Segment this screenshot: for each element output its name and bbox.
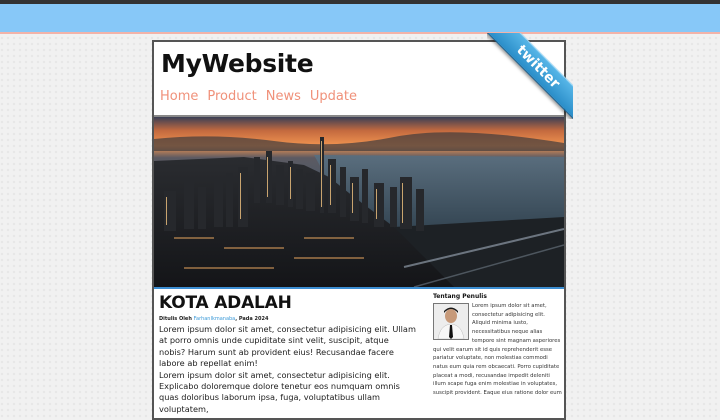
author-avatar <box>433 303 469 340</box>
nav-item-update[interactable]: Update <box>310 89 357 104</box>
article-title: KOTA ADALAH <box>159 293 292 313</box>
city-skyline-image <box>154 117 564 287</box>
article-body: Lorem ipsum dolor sit amet, consectetur … <box>159 324 417 415</box>
author-photo <box>434 304 468 339</box>
article-paragraph: Lorem ipsum dolor sit amet, consectetur … <box>159 369 400 414</box>
hero-image <box>154 115 564 289</box>
site-title[interactable]: MyWebsite <box>161 49 314 78</box>
author-info: Lorem ipsum dolor sit amet, consectetur … <box>433 302 563 398</box>
nav-item-news[interactable]: News <box>266 89 301 104</box>
nav-item-product[interactable]: Product <box>207 89 256 104</box>
sidebar-title: Tentang Penulis <box>433 293 487 300</box>
main-nav: Home Product News Update <box>160 89 357 104</box>
nav-item-home[interactable]: Home <box>160 89 198 104</box>
article-paragraph: Lorem ipsum dolor sit amet, consectetur … <box>159 324 416 369</box>
twitter-ribbon-label[interactable]: twitter <box>487 33 573 119</box>
twitter-ribbon[interactable]: twitter <box>487 33 573 119</box>
byline-suffix: , Pada 2024 <box>235 316 269 322</box>
author-sidebar: Tentang Penulis Lorem ipsum dolor sit am… <box>433 293 563 398</box>
author-link[interactable]: FarhanIkmanaba <box>194 316 236 322</box>
header-divider <box>0 32 720 34</box>
article-byline: Ditulis Oleh FarhanIkmanaba, Pada 2024 <box>159 316 417 322</box>
top-header-bar <box>0 4 720 32</box>
article: KOTA ADALAH Ditulis Oleh FarhanIkmanaba,… <box>159 293 417 415</box>
byline-prefix: Ditulis Oleh <box>159 316 192 322</box>
